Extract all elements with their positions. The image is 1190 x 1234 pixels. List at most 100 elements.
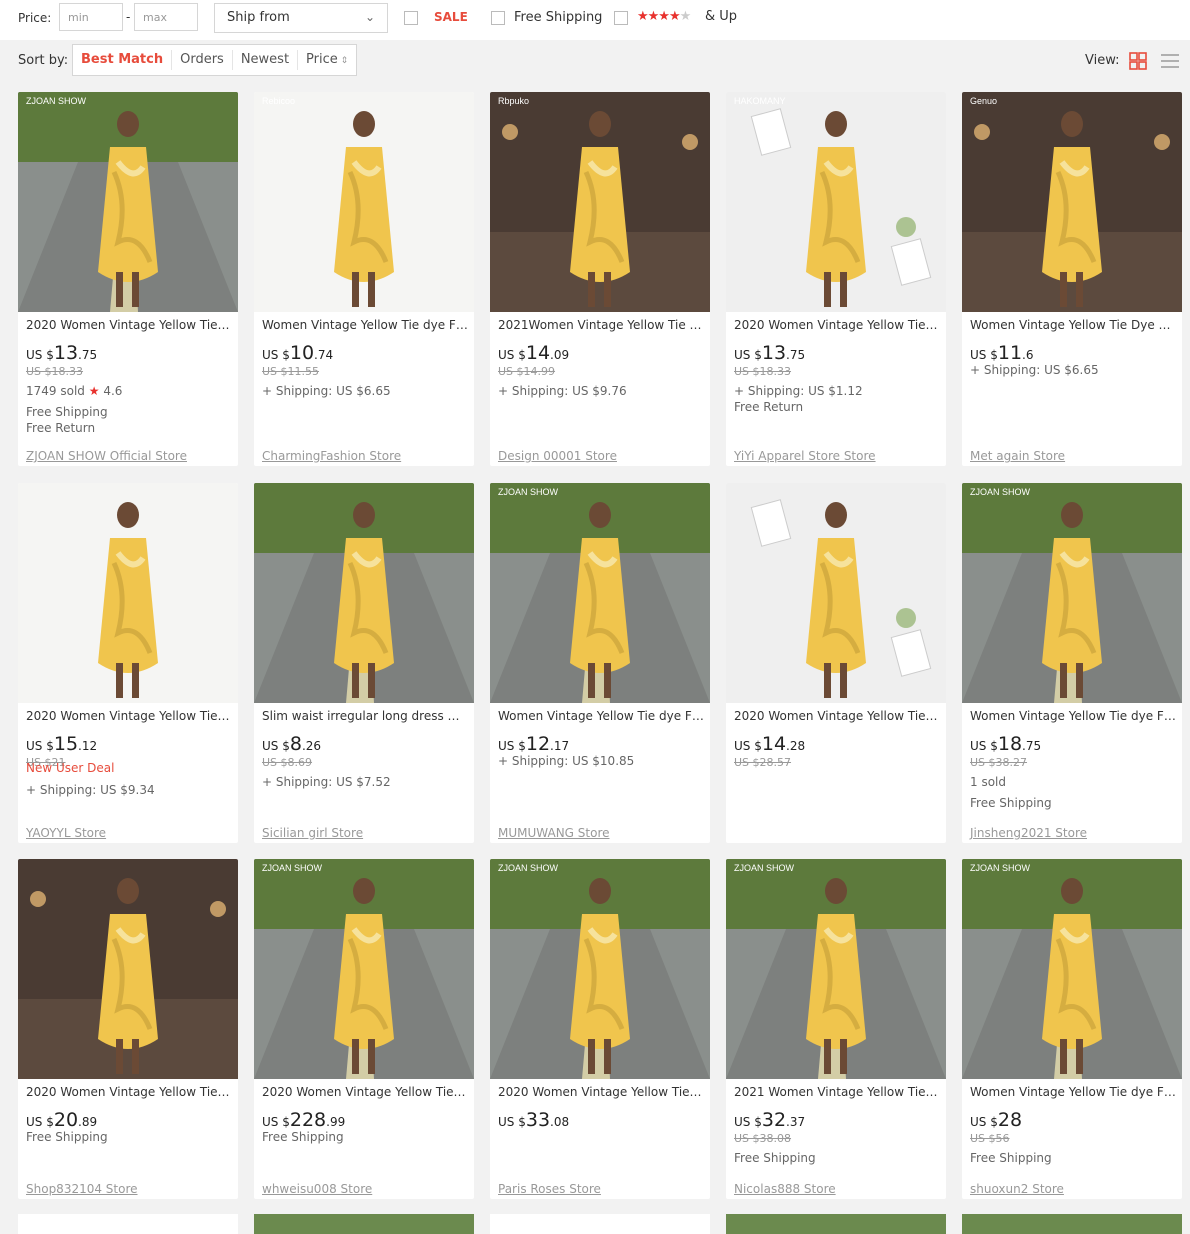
product-title[interactable]: Women Vintage Yellow Tie dye Floral Prin…	[498, 709, 704, 723]
product-image[interactable]: Rbpuko	[490, 92, 710, 312]
product-card[interactable]: ZJOAN SHOW Women Vintage Yellow Tie dye F…	[962, 483, 1182, 843]
price-currency: US $	[498, 348, 526, 362]
product-image[interactable]	[254, 483, 474, 703]
sold-count: 1749 sold ★ 4.6	[26, 384, 122, 398]
product-card-partial[interactable]	[18, 1214, 238, 1234]
product-image[interactable]: ZJOAN SHOW	[726, 859, 946, 1079]
store-link[interactable]: Sicilian girl Store	[262, 826, 363, 840]
product-image[interactable]	[18, 859, 238, 1079]
product-title[interactable]: 2020 Women Vintage Yellow Tie dye Floral…	[26, 709, 232, 723]
rating-checkbox[interactable]	[614, 11, 628, 25]
product-card[interactable]: ZJOAN SHOW 2021 Women Vintage Yellow Tie …	[726, 859, 946, 1199]
store-link[interactable]: Shop832104 Store	[26, 1182, 138, 1196]
store-link[interactable]: YiYi Apparel Store Store	[734, 449, 876, 463]
product-image[interactable]	[18, 483, 238, 703]
product-title[interactable]: 2020 Women Vintage Yellow Tie dye Floral…	[734, 318, 940, 332]
price-currency: US $	[498, 739, 526, 753]
product-card[interactable]: Rebicoo Women Vintage Yellow Tie dye Flor…	[254, 92, 474, 466]
product-price: US $228.99	[262, 1109, 345, 1131]
product-title[interactable]: 2020 Women Vintage Yellow Tie dye Floral…	[498, 1085, 704, 1099]
price-currency: US $	[970, 1115, 998, 1129]
price-decimal: .99	[326, 1115, 346, 1129]
store-link[interactable]: YAOYYL Store	[26, 826, 106, 840]
sort-orders[interactable]: Orders	[171, 50, 232, 70]
product-card[interactable]: ZJOAN SHOW Women Vintage Yellow Tie dye F…	[490, 483, 710, 843]
product-card[interactable]: Genuo Women Vintage Yellow Tie Dye Floral…	[962, 92, 1182, 466]
product-card[interactable]: ZJOAN SHOW Women Vintage Yellow Tie dye F…	[962, 859, 1182, 1199]
list-view-icon[interactable]	[1160, 52, 1180, 70]
price-min-input[interactable]: min	[59, 3, 123, 31]
product-card-partial[interactable]	[490, 1214, 710, 1234]
product-title[interactable]: 2021 Women Vintage Yellow Tie dye Floral…	[734, 1085, 940, 1099]
product-card[interactable]: 2020 Women Vintage Yellow Tie dye Floral…	[18, 483, 238, 843]
product-price: US $15.12	[26, 733, 97, 755]
product-card[interactable]: Slim waist irregular long dress with flo…	[254, 483, 474, 843]
product-title[interactable]: Slim waist irregular long dress with flo…	[262, 709, 468, 723]
product-price: US $28	[970, 1109, 1022, 1131]
product-title[interactable]: 2020 Women Vintage Yellow Tie dye Floral…	[734, 709, 940, 723]
product-image[interactable]	[726, 483, 946, 703]
original-price: US $11.55	[262, 365, 320, 378]
price-max-input[interactable]: max	[134, 3, 198, 31]
price-currency: US $	[970, 348, 998, 362]
price-currency: US $	[970, 739, 998, 753]
product-title[interactable]: 2020 Women Vintage Yellow Tie dye Floral…	[26, 318, 232, 332]
rating-label: & Up	[705, 9, 738, 24]
store-link[interactable]: Paris Roses Store	[498, 1182, 601, 1196]
product-title[interactable]: 2020 Women Vintage Yellow Tie dye Floral…	[262, 1085, 468, 1099]
product-image[interactable]: ZJOAN SHOW	[962, 483, 1182, 703]
product-image[interactable]: ZJOAN SHOW	[254, 859, 474, 1079]
product-title[interactable]: Women Vintage Yellow Tie Dye Floral Prin…	[970, 318, 1176, 332]
product-title[interactable]: 2021Women Vintage Yellow Tie Dye Floral …	[498, 318, 704, 332]
price-integer: 33	[525, 1109, 551, 1131]
product-title[interactable]: Women Vintage Yellow Tie dye Floral Prin…	[970, 709, 1176, 723]
view-label: View:	[1085, 53, 1120, 68]
product-image[interactable]: ZJOAN SHOW	[962, 859, 1182, 1079]
product-image[interactable]: ZJOAN SHOW	[490, 859, 710, 1079]
store-link[interactable]: shuoxun2 Store	[970, 1182, 1064, 1196]
sort-best-match[interactable]: Best Match	[73, 50, 171, 70]
store-link[interactable]: Nicolas888 Store	[734, 1182, 836, 1196]
product-image[interactable]: Rebicoo	[254, 92, 474, 312]
grid-view-icon[interactable]	[1129, 52, 1147, 70]
product-card-partial[interactable]	[962, 1214, 1182, 1234]
product-title[interactable]: Women Vintage Yellow Tie dye Floral Prin…	[262, 318, 468, 332]
product-card-partial[interactable]	[726, 1214, 946, 1234]
product-image[interactable]: HAKOMANY	[726, 92, 946, 312]
product-card[interactable]: HAKOMANY 2020 Women Vintage Yellow Tie dy…	[726, 92, 946, 466]
product-card[interactable]: 2020 Women Vintage Yellow Tie dye Floral…	[18, 859, 238, 1199]
product-card-partial[interactable]	[254, 1214, 474, 1234]
free-shipping-checkbox[interactable]	[491, 11, 505, 25]
product-card[interactable]: ZJOAN SHOW 2020 Women Vintage Yellow Tie …	[490, 859, 710, 1199]
store-link[interactable]: MUMUWANG Store	[498, 826, 610, 840]
ship-from-select[interactable]: Ship from ⌄	[214, 3, 388, 33]
sort-newest[interactable]: Newest	[231, 50, 297, 70]
shipping-info: + Shipping: US $7.52	[262, 775, 391, 789]
product-price: US $14.28	[734, 733, 805, 755]
price-decimal: .09	[550, 348, 570, 362]
rating-value: 4.6	[103, 384, 123, 398]
product-card[interactable]: 2020 Women Vintage Yellow Tie dye Floral…	[726, 483, 946, 843]
store-link[interactable]: whweisu008 Store	[262, 1182, 372, 1196]
product-image[interactable]: ZJOAN SHOW	[490, 483, 710, 703]
product-image[interactable]: Genuo	[962, 92, 1182, 312]
product-title[interactable]: Women Vintage Yellow Tie dye Floral Prin…	[970, 1085, 1176, 1099]
store-link[interactable]: Design 00001 Store	[498, 449, 617, 463]
sale-checkbox[interactable]	[404, 11, 418, 25]
product-price: US $13.75	[26, 342, 97, 364]
store-link[interactable]: Met again Store	[970, 449, 1065, 463]
store-link[interactable]: CharmingFashion Store	[262, 449, 401, 463]
store-link[interactable]: ZJOAN SHOW Official Store	[26, 449, 187, 463]
product-card[interactable]: ZJOAN SHOW 2020 Women Vintage Yellow Tie …	[254, 859, 474, 1199]
product-card[interactable]: ZJOAN SHOW 2020 Women Vintage Yellow Tie …	[18, 92, 238, 466]
price-decimal: .89	[78, 1115, 98, 1129]
original-price: US $38.27	[970, 756, 1028, 769]
sort-price[interactable]: Price ⇕	[297, 50, 356, 70]
brand-watermark: Genuo	[970, 96, 997, 106]
price-integer: 11	[997, 342, 1023, 364]
product-image[interactable]: ZJOAN SHOW	[18, 92, 238, 312]
store-link[interactable]: Jinsheng2021 Store	[970, 826, 1087, 840]
product-title[interactable]: 2020 Women Vintage Yellow Tie dye Floral…	[26, 1085, 232, 1099]
product-price: US $14.09	[498, 342, 569, 364]
product-card[interactable]: Rbpuko 2021Women Vintage Yellow Tie Dye F…	[490, 92, 710, 466]
